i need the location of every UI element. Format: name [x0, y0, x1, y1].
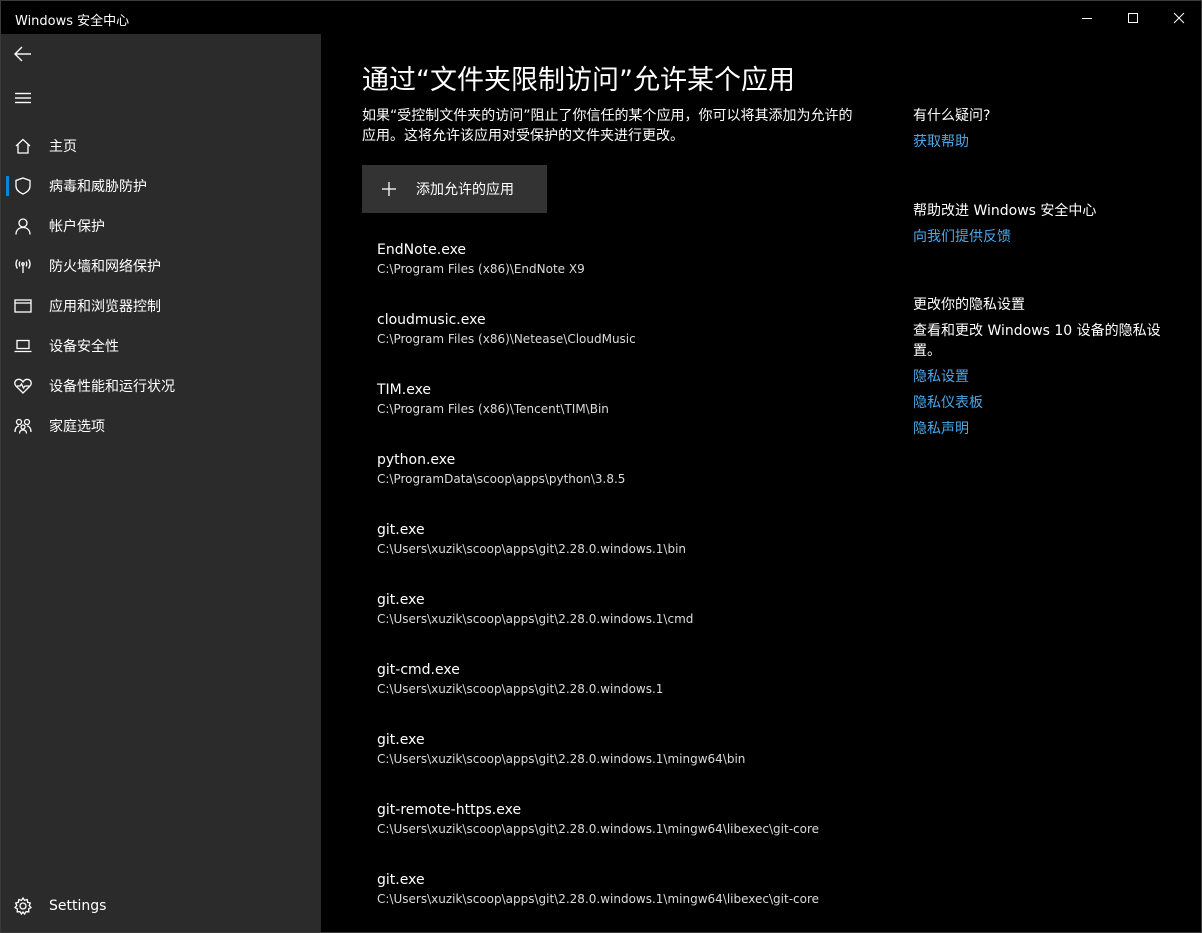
- privacy-dashboard-link[interactable]: 隐私仪表板: [913, 393, 1183, 413]
- main-content: 通过“文件夹限制访问”允许某个应用 如果“受控制文件夹的访问”阻止了你信任的某个…: [321, 34, 1201, 932]
- feedback-title: 帮助改进 Windows 安全中心: [913, 203, 1097, 219]
- nav-item-virus-protection[interactable]: 病毒和威胁防护: [1, 166, 321, 206]
- list-item[interactable]: EndNote.exe C:\Program Files (x86)\EndNo…: [362, 231, 832, 301]
- app-path: C:\Users\xuzik\scoop\apps\git\2.28.0.win…: [377, 612, 694, 626]
- app-name: git.exe: [377, 522, 425, 538]
- nav-item-label: 应用和浏览器控制: [49, 299, 161, 315]
- nav-item-device-security[interactable]: 设备安全性: [1, 326, 321, 366]
- person-icon: [1, 206, 45, 246]
- plus-icon: [362, 181, 416, 197]
- allowed-app-list: EndNote.exe C:\Program Files (x86)\EndNo…: [362, 231, 832, 931]
- settings-label: Settings: [49, 898, 107, 914]
- list-item[interactable]: git.exe C:\Users\xuzik\scoop\apps\git\2.…: [362, 511, 832, 581]
- privacy-title: 更改你的隐私设置: [913, 297, 1025, 313]
- title-bar: Windows 安全中心: [1, 1, 1201, 34]
- nav-item-label: 主页: [49, 139, 77, 155]
- maximize-button[interactable]: [1110, 1, 1156, 34]
- app-path: C:\ProgramData\scoop\apps\python\3.8.5: [377, 472, 626, 486]
- feedback-section: 帮助改进 Windows 安全中心 向我们提供反馈: [913, 201, 1183, 247]
- minimize-button[interactable]: [1064, 1, 1110, 34]
- app-path: C:\Program Files (x86)\EndNote X9: [377, 262, 585, 276]
- nav-item-account-protection[interactable]: 帐户保护: [1, 206, 321, 246]
- list-item[interactable]: python.exe C:\ProgramData\scoop\apps\pyt…: [362, 441, 832, 511]
- app-name: git-remote-https.exe: [377, 802, 522, 818]
- app-name: EndNote.exe: [377, 242, 467, 258]
- app-name: TIM.exe: [377, 382, 432, 398]
- nav-item-firewall[interactable]: 防火墙和网络保护: [1, 246, 321, 286]
- list-item[interactable]: git-remote-https.exe C:\Users\xuzik\scoo…: [362, 791, 832, 861]
- gear-icon: [1, 886, 45, 926]
- page-title: 通过“文件夹限制访问”允许某个应用: [362, 65, 795, 96]
- list-item[interactable]: cloudmusic.exe C:\Program Files (x86)\Ne…: [362, 301, 832, 371]
- app-path: C:\Program Files (x86)\Tencent\TIM\Bin: [377, 402, 609, 416]
- page-description: 如果“受控制文件夹的访问”阻止了你信任的某个应用，你可以将其添加为允许的应用。这…: [362, 108, 853, 144]
- nav-item-label: 防火墙和网络保护: [49, 259, 161, 275]
- give-feedback-link[interactable]: 向我们提供反馈: [913, 227, 1183, 247]
- family-icon: [1, 406, 45, 446]
- maximize-icon: [1128, 12, 1138, 23]
- list-item[interactable]: git.exe C:\Users\xuzik\scoop\apps\git\2.…: [362, 581, 832, 651]
- app-window: Windows 安全中心 主页 病毒和威胁防护 帐户保护 防火墙和网络保护 应用…: [0, 0, 1202, 933]
- help-title: 有什么疑问?: [913, 108, 991, 124]
- list-item[interactable]: git-cmd.exe C:\Users\xuzik\scoop\apps\gi…: [362, 651, 832, 721]
- back-arrow-icon: [14, 46, 31, 62]
- app-name: cloudmusic.exe: [377, 312, 486, 328]
- hamburger-icon: [15, 92, 31, 104]
- privacy-settings-link[interactable]: 隐私设置: [913, 367, 1183, 387]
- help-section: 有什么疑问? 获取帮助: [913, 106, 1183, 152]
- nav-item-settings[interactable]: Settings: [1, 886, 321, 926]
- browser-window-icon: [1, 286, 45, 326]
- app-path: C:\Users\xuzik\scoop\apps\git\2.28.0.win…: [377, 682, 664, 696]
- app-name: python.exe: [377, 452, 456, 468]
- privacy-statement-link[interactable]: 隐私声明: [913, 419, 1183, 439]
- app-name: git-cmd.exe: [377, 662, 460, 678]
- heart-pulse-icon: [1, 366, 45, 406]
- list-item[interactable]: TIM.exe C:\Program Files (x86)\Tencent\T…: [362, 371, 832, 441]
- back-button[interactable]: [1, 34, 45, 74]
- app-path: C:\Users\xuzik\scoop\apps\git\2.28.0.win…: [377, 892, 820, 906]
- app-path: C:\Users\xuzik\scoop\apps\git\2.28.0.win…: [377, 542, 687, 556]
- get-help-link[interactable]: 获取帮助: [913, 132, 1183, 152]
- laptop-icon: [1, 326, 45, 366]
- minimize-icon: [1082, 17, 1092, 19]
- app-path: C:\Program Files (x86)\Netease\CloudMusi…: [377, 332, 636, 346]
- list-item[interactable]: git.exe C:\Users\xuzik\scoop\apps\git\2.…: [362, 721, 832, 791]
- nav-item-label: 家庭选项: [49, 419, 105, 435]
- add-button-label: 添加允许的应用: [416, 182, 514, 198]
- nav-item-app-browser-control[interactable]: 应用和浏览器控制: [1, 286, 321, 326]
- hamburger-menu-button[interactable]: [1, 78, 45, 118]
- selection-indicator: [6, 176, 9, 196]
- app-name: git.exe: [377, 872, 425, 888]
- wireless-icon: [1, 246, 45, 286]
- close-icon: [1173, 12, 1185, 23]
- nav-item-label: 设备安全性: [49, 339, 119, 355]
- nav-item-label: 帐户保护: [49, 219, 105, 235]
- nav-item-family-options[interactable]: 家庭选项: [1, 406, 321, 446]
- app-name: git.exe: [377, 732, 425, 748]
- nav-item-home[interactable]: 主页: [1, 126, 321, 166]
- privacy-description: 查看和更改 Windows 10 设备的隐私设置。: [913, 323, 1161, 359]
- app-path: C:\Users\xuzik\scoop\apps\git\2.28.0.win…: [377, 822, 820, 836]
- app-name: git.exe: [377, 592, 425, 608]
- nav-item-device-performance[interactable]: 设备性能和运行状况: [1, 366, 321, 406]
- close-button[interactable]: [1156, 1, 1202, 34]
- privacy-section: 更改你的隐私设置 查看和更改 Windows 10 设备的隐私设置。 隐私设置 …: [913, 295, 1183, 439]
- nav-item-label: 病毒和威胁防护: [49, 179, 147, 195]
- add-allowed-app-button[interactable]: 添加允许的应用: [362, 165, 547, 213]
- list-item[interactable]: git.exe C:\Users\xuzik\scoop\apps\git\2.…: [362, 861, 832, 931]
- home-icon: [1, 126, 45, 166]
- app-path: C:\Users\xuzik\scoop\apps\git\2.28.0.win…: [377, 752, 746, 766]
- nav-item-label: 设备性能和运行状况: [49, 379, 175, 395]
- sidebar: 主页 病毒和威胁防护 帐户保护 防火墙和网络保护 应用和浏览器控制 设备安全性 …: [1, 34, 321, 932]
- window-title: Windows 安全中心: [15, 14, 130, 29]
